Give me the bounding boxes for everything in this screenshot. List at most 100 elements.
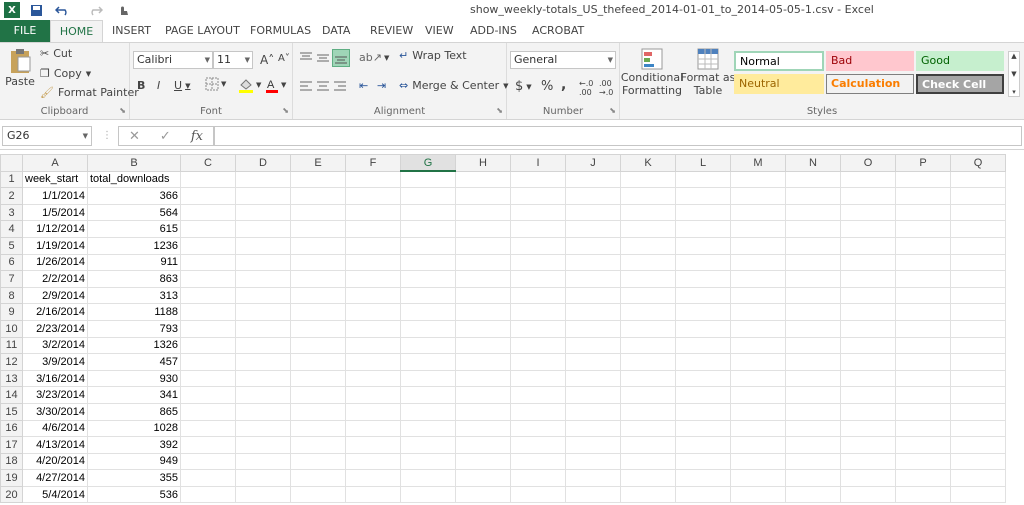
cell-j6[interactable] (565, 253, 621, 272)
cell-b17[interactable]: 392 (87, 436, 181, 454)
column-header-m[interactable]: M (730, 154, 786, 172)
cell-l9[interactable] (675, 303, 731, 321)
cell-n6[interactable] (785, 253, 841, 272)
cell-e17[interactable] (290, 436, 346, 454)
cell-n10[interactable] (785, 319, 841, 338)
cell-e16[interactable] (290, 419, 346, 438)
cell-i4[interactable] (510, 220, 566, 238)
cell-i18[interactable] (510, 452, 566, 471)
cell-f16[interactable] (345, 419, 401, 438)
cell-f11[interactable] (345, 336, 401, 355)
cell-f7[interactable] (345, 270, 401, 288)
cell-i19[interactable] (510, 469, 566, 487)
column-header-p[interactable]: P (895, 154, 951, 172)
cell-k2[interactable] (620, 187, 676, 205)
cell-m16[interactable] (730, 419, 786, 438)
column-header-j[interactable]: J (565, 154, 621, 172)
cell-g20[interactable] (400, 485, 456, 504)
styles-scroll[interactable]: ▲ ▼ ▾ (1008, 51, 1020, 97)
cell-h19[interactable] (455, 469, 511, 487)
cell-o2[interactable] (840, 187, 896, 205)
cell-o5[interactable] (840, 236, 896, 255)
cell-h18[interactable] (455, 452, 511, 471)
cell-m5[interactable] (730, 236, 786, 255)
cell-e19[interactable] (290, 469, 346, 487)
cell-a11[interactable]: 3/2/2014 (22, 336, 88, 355)
cell-n16[interactable] (785, 419, 841, 438)
cell-b9[interactable]: 1188 (87, 303, 181, 321)
cell-c17[interactable] (180, 436, 236, 454)
cell-d9[interactable] (235, 303, 291, 321)
cell-h14[interactable] (455, 386, 511, 404)
conditional-formatting-button[interactable]: Conditional Formatting (621, 47, 683, 97)
cell-q6[interactable] (950, 253, 1006, 272)
cell-j3[interactable] (565, 203, 621, 222)
cell-f14[interactable] (345, 386, 401, 404)
font-size-select[interactable]: 11 ▼ (213, 51, 253, 69)
cell-d1[interactable] (235, 170, 291, 189)
cell-g5[interactable] (400, 236, 456, 255)
cell-k11[interactable] (620, 336, 676, 355)
cell-d3[interactable] (235, 203, 291, 222)
cell-h7[interactable] (455, 270, 511, 288)
grow-font-button[interactable]: A˄ (260, 53, 274, 67)
cell-j13[interactable] (565, 369, 621, 388)
cell-q13[interactable] (950, 369, 1006, 388)
cell-b1[interactable]: total_downloads (87, 170, 181, 189)
cell-l15[interactable] (675, 402, 731, 421)
cell-h9[interactable] (455, 303, 511, 321)
cell-d10[interactable] (235, 319, 291, 338)
cell-b7[interactable]: 863 (87, 270, 181, 288)
cell-j17[interactable] (565, 436, 621, 454)
tab-view[interactable]: VIEW (425, 20, 454, 42)
cell-h12[interactable] (455, 353, 511, 371)
merge-center-button[interactable]: ⇔ Merge & Center ▼ (399, 79, 509, 92)
cell-p10[interactable] (895, 319, 951, 338)
cell-m8[interactable] (730, 286, 786, 305)
cell-a5[interactable]: 1/19/2014 (22, 236, 88, 255)
cell-f2[interactable] (345, 187, 401, 205)
tab-acrobat[interactable]: ACROBAT (532, 20, 584, 42)
cell-q19[interactable] (950, 469, 1006, 487)
cell-o4[interactable] (840, 220, 896, 238)
cell-g10[interactable] (400, 319, 456, 338)
cell-j12[interactable] (565, 353, 621, 371)
cell-k20[interactable] (620, 485, 676, 504)
cell-g11[interactable] (400, 336, 456, 355)
cell-c16[interactable] (180, 419, 236, 438)
cell-f9[interactable] (345, 303, 401, 321)
cell-j20[interactable] (565, 485, 621, 504)
cell-g6[interactable] (400, 253, 456, 272)
style-calculation[interactable]: Calculation (826, 74, 914, 94)
italic-button[interactable]: I (157, 79, 160, 92)
cell-d5[interactable] (235, 236, 291, 255)
cell-a13[interactable]: 3/16/2014 (22, 369, 88, 388)
cell-i6[interactable] (510, 253, 566, 272)
cell-q9[interactable] (950, 303, 1006, 321)
cell-d20[interactable] (235, 485, 291, 504)
cell-p1[interactable] (895, 170, 951, 189)
cell-f6[interactable] (345, 253, 401, 272)
cell-k18[interactable] (620, 452, 676, 471)
cell-a12[interactable]: 3/9/2014 (22, 353, 88, 371)
cell-n18[interactable] (785, 452, 841, 471)
cell-p2[interactable] (895, 187, 951, 205)
cell-i14[interactable] (510, 386, 566, 404)
column-header-n[interactable]: N (785, 154, 841, 172)
cell-n20[interactable] (785, 485, 841, 504)
underline-button[interactable]: U ▼ (174, 79, 190, 92)
cell-o17[interactable] (840, 436, 896, 454)
cell-h5[interactable] (455, 236, 511, 255)
cell-a6[interactable]: 1/26/2014 (22, 253, 88, 272)
cell-l19[interactable] (675, 469, 731, 487)
cell-q14[interactable] (950, 386, 1006, 404)
row-header[interactable]: 10 (0, 319, 23, 338)
cell-f1[interactable] (345, 170, 401, 189)
cell-c18[interactable] (180, 452, 236, 471)
cell-l17[interactable] (675, 436, 731, 454)
cell-j7[interactable] (565, 270, 621, 288)
cell-o3[interactable] (840, 203, 896, 222)
cell-e11[interactable] (290, 336, 346, 355)
cell-a16[interactable]: 4/6/2014 (22, 419, 88, 438)
cell-a19[interactable]: 4/27/2014 (22, 469, 88, 487)
